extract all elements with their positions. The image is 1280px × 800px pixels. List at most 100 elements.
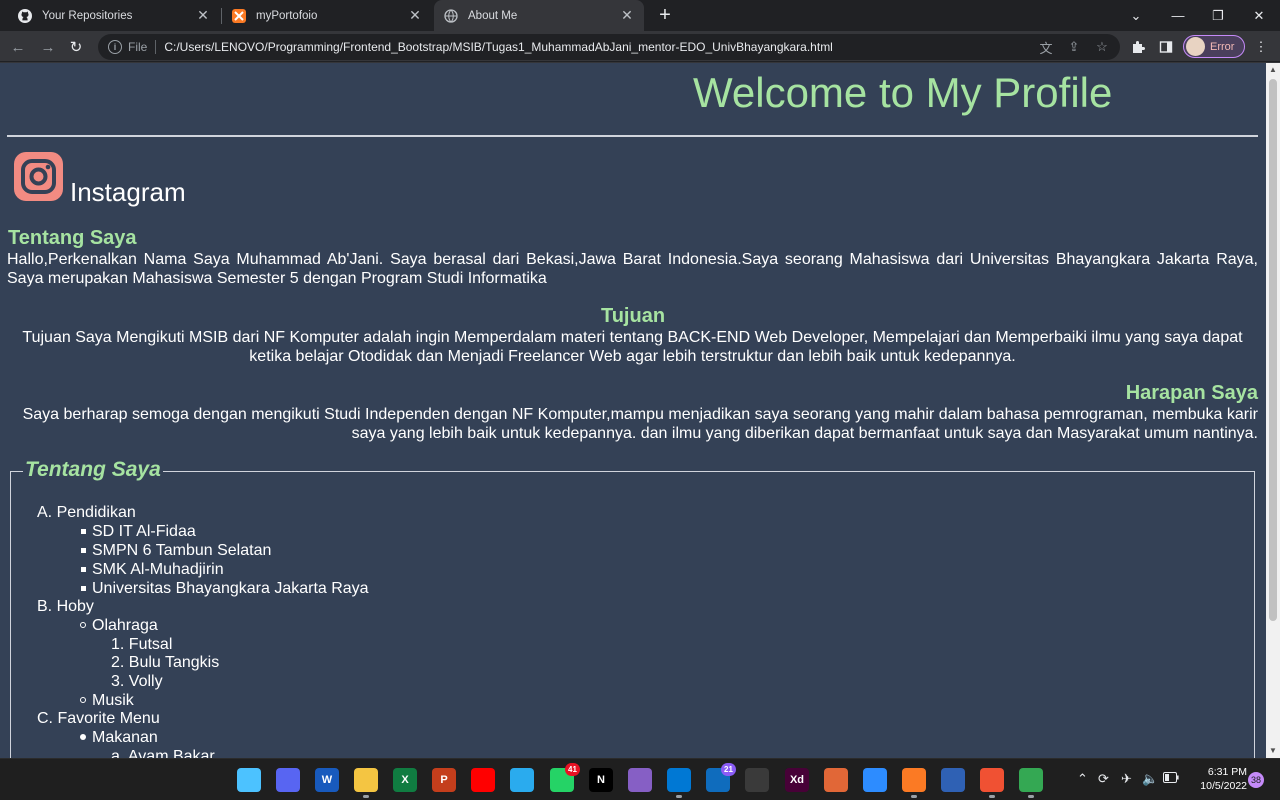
list-marker: A. [37, 504, 53, 521]
powerpoint-icon[interactable]: P [432, 768, 456, 792]
app-badge: 41 [565, 763, 580, 776]
tentang-fieldset: Tentang Saya [10, 458, 1255, 758]
running-indicator [911, 795, 917, 798]
running-indicator [363, 795, 369, 798]
telegram-icon[interactable] [510, 768, 534, 792]
address-bar[interactable]: i File C:/Users/LENOVO/Programming/Front… [98, 34, 1120, 60]
scroll-down-arrow-icon[interactable]: ▼ [1266, 744, 1280, 758]
windows-start-icon[interactable] [237, 768, 261, 792]
youtube-music-icon[interactable] [471, 768, 495, 792]
info-icon[interactable]: i [108, 40, 122, 54]
virtualbox-icon[interactable] [941, 768, 965, 792]
mail-icon[interactable]: 21 [706, 763, 736, 792]
running-indicator [676, 795, 682, 798]
list-item-musik: Musik [92, 692, 134, 709]
tentang-paragraph: Hallo,Perkenalkan Nama Saya Muhammad Ab'… [7, 251, 1258, 287]
tab-about-me[interactable]: About Me ✕ [434, 0, 644, 31]
list-marker: 2. [111, 654, 125, 671]
forward-icon[interactable]: → [36, 35, 60, 59]
list-marker: 3. [111, 673, 125, 690]
kebab-menu-icon[interactable]: ⋮ [1251, 37, 1271, 57]
file-explorer-icon[interactable] [354, 768, 378, 798]
translate-icon[interactable]: 文 [1036, 37, 1056, 57]
airplane-mode-icon[interactable]: ✈ [1121, 771, 1132, 787]
volume-icon[interactable]: 🔈 [1142, 771, 1158, 787]
app-glyph: Xd [789, 774, 805, 786]
github-icon [18, 8, 32, 23]
scroll-up-arrow-icon[interactable]: ▲ [1266, 63, 1280, 77]
zoom-icon[interactable] [863, 768, 887, 792]
tab-strip: Your Repositories ✕ myPortofoio ✕ About … [0, 0, 1280, 31]
clock-date: 10/5/2022 [1200, 780, 1247, 792]
close-window-icon[interactable]: ✕ [1241, 0, 1277, 31]
omnibox-divider [155, 40, 157, 54]
square-bullet-icon [81, 529, 86, 534]
list-item-olahraga: Olahraga [92, 617, 158, 634]
list-item: Universitas Bhayangkara Jakarta Raya [92, 580, 369, 597]
app-glyph: W [321, 774, 333, 786]
new-tab-button[interactable]: + [653, 4, 677, 28]
reload-icon[interactable]: ↻ [64, 35, 88, 59]
sync-icon[interactable]: ⟳ [1098, 771, 1109, 787]
minimize-icon[interactable]: — [1160, 0, 1196, 31]
close-tab-icon[interactable]: ✕ [620, 7, 634, 24]
tab-title: About Me [468, 9, 518, 22]
system-clock[interactable]: 6:31 PM 10/5/2022 [1189, 765, 1247, 793]
profile-status-label: Error [1210, 40, 1235, 53]
matlab-icon[interactable] [824, 768, 848, 792]
tab-your-repositories[interactable]: Your Repositories ✕ [8, 0, 220, 31]
notification-badge[interactable]: 38 [1248, 772, 1264, 788]
restore-icon[interactable]: ❐ [1200, 0, 1236, 31]
adobe-xd-icon[interactable]: Xd [785, 768, 809, 792]
list-label: Hoby [56, 598, 94, 615]
side-panel-icon[interactable] [1156, 37, 1176, 57]
fieldset-legend: Tentang Saya [23, 458, 163, 482]
square-bullet-icon [81, 548, 86, 553]
git-icon[interactable] [980, 768, 1004, 798]
list-item: SMK Al-Muhadjirin [92, 561, 224, 578]
share-icon[interactable]: ⇪ [1064, 37, 1084, 57]
back-icon[interactable]: ← [6, 35, 30, 59]
battery-icon[interactable] [1163, 771, 1179, 786]
word-icon[interactable]: W [315, 768, 339, 792]
whatsapp-icon[interactable]: 41 [550, 763, 580, 792]
xampp-icon[interactable] [902, 768, 926, 798]
tab-title: Your Repositories [42, 9, 133, 22]
close-tab-icon[interactable]: ✕ [196, 7, 210, 24]
harapan-heading: Harapan Saya [1125, 382, 1258, 404]
list-item: SD IT Al-Fidaa [92, 523, 196, 540]
globe-icon [444, 8, 458, 23]
url-text[interactable]: C:/Users/LENOVO/Programming/Frontend_Boo… [164, 40, 1036, 54]
list-marker: a. [111, 748, 125, 758]
extensions-puzzle-icon[interactable] [1128, 37, 1148, 57]
tab-myportofoio[interactable]: myPortofoio ✕ [222, 0, 432, 31]
excel-icon[interactable]: X [393, 768, 417, 792]
list-marker: B. [37, 598, 53, 615]
chrome-icon[interactable] [1019, 768, 1043, 798]
app-glyph: N [597, 774, 605, 786]
scrollbar-thumb[interactable] [1269, 79, 1277, 621]
profile-button[interactable]: Error [1183, 35, 1245, 58]
list-label: Ayam Bakar [127, 748, 215, 758]
running-indicator [1028, 795, 1034, 798]
instagram-icon[interactable] [14, 152, 63, 201]
instagram-link[interactable]: Instagram [70, 177, 186, 208]
list-marker: 1. [111, 636, 125, 653]
list-item: SMPN 6 Tambun Selatan [92, 542, 272, 559]
netflix-icon[interactable]: N [589, 768, 613, 792]
discord-icon[interactable] [276, 768, 300, 792]
show-hidden-icons-chevron-icon[interactable]: ⌃ [1077, 771, 1088, 787]
page-scrollbar[interactable]: ▲ ▼ [1266, 63, 1280, 758]
vscode-icon[interactable] [667, 768, 691, 798]
tujuan-heading: Tujuan [600, 305, 666, 327]
snipping-tool-icon[interactable] [745, 768, 769, 792]
disc-bullet-icon [80, 734, 86, 740]
tab-search-chevron-icon[interactable]: ⌄ [1118, 0, 1154, 31]
bookmark-star-icon[interactable]: ☆ [1092, 37, 1112, 57]
visual-studio-icon[interactable] [628, 768, 652, 792]
close-tab-icon[interactable]: ✕ [408, 7, 422, 24]
list-item: 3. Volly [111, 672, 163, 691]
clock-time: 6:31 PM [1207, 766, 1247, 778]
list-label: Bulu Tangkis [128, 654, 220, 671]
circle-bullet-icon [80, 622, 86, 628]
